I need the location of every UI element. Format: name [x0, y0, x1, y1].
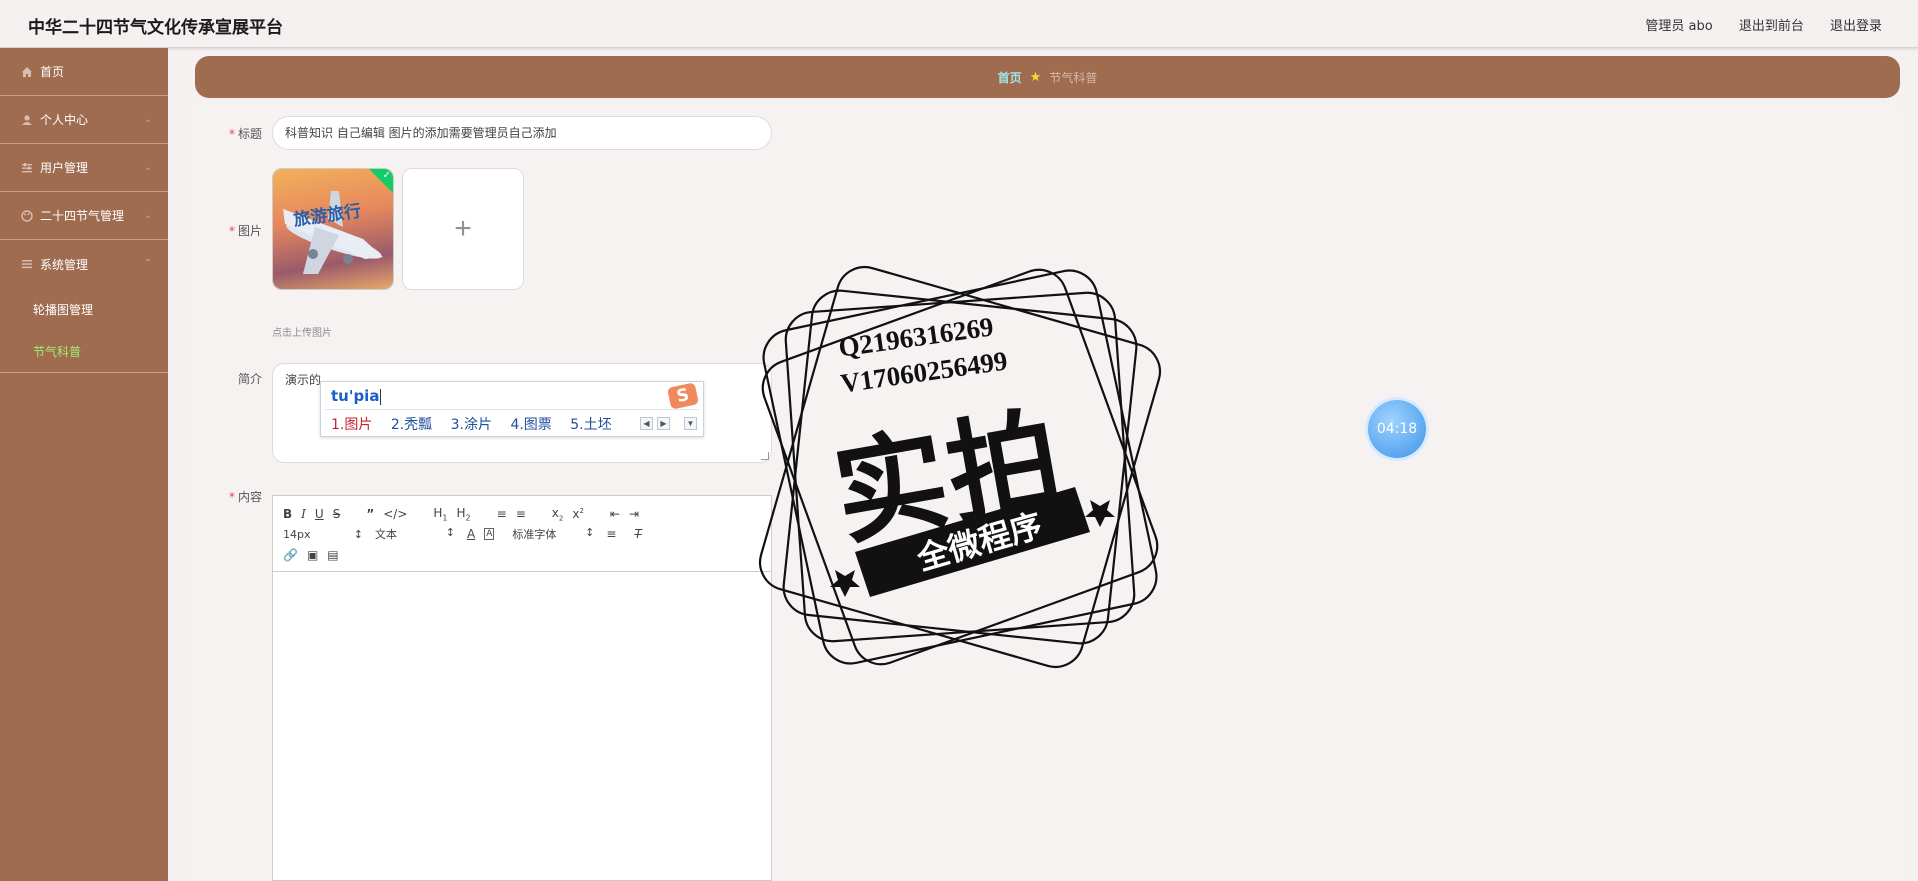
breadcrumb: 首页 ★ 节气科普	[195, 56, 1900, 98]
home-icon	[20, 65, 34, 79]
sidebar-item-home[interactable]: 首页	[0, 48, 168, 96]
indent-icon[interactable]: ⇥	[629, 507, 639, 521]
image-label: * 图片	[228, 224, 262, 238]
ime-page-nav: ◀ ▶ ▼	[640, 417, 697, 430]
ime-candidate[interactable]: 5.土坯	[570, 417, 611, 433]
sidebar-item-user-management[interactable]: 用户管理 ⌄	[0, 144, 168, 192]
chevron-up-icon: ⌃	[143, 258, 152, 269]
align-icon[interactable]: ≡	[606, 527, 616, 541]
font-size-select[interactable]: 14px ↕	[283, 528, 363, 541]
code-icon[interactable]: </>	[383, 507, 407, 521]
subscript-icon[interactable]: x2	[552, 506, 564, 522]
blockquote-icon[interactable]: ”	[366, 507, 374, 521]
user-icon	[20, 113, 34, 127]
ime-candidate[interactable]: 3.涂片	[451, 417, 492, 433]
outdent-icon[interactable]: ⇤	[610, 507, 620, 521]
list-icon	[20, 257, 34, 271]
chevron-down-icon: ⌄	[143, 210, 152, 221]
sliders-icon	[20, 161, 34, 175]
sidebar-item-label: 系统管理	[40, 257, 89, 272]
sidebar-subitem-solar-term-science[interactable]: 节气科普	[0, 330, 168, 372]
intro-label: 简介	[237, 372, 262, 386]
app-title: 中华二十四节气文化传承宣展平台	[28, 18, 283, 38]
strikethrough-icon[interactable]: S	[333, 507, 341, 521]
ime-candidate[interactable]: 4.图票	[510, 417, 551, 433]
ime-expand-icon[interactable]: ▼	[684, 417, 697, 430]
title-input[interactable]: 科普知识 自己编辑 图片的添加需要管理员自己添加	[272, 116, 772, 150]
ime-next-icon[interactable]: ▶	[657, 417, 670, 430]
superscript-icon[interactable]: x2	[572, 507, 584, 521]
font-color-icon[interactable]: A	[467, 527, 475, 541]
sidebar-item-system-management[interactable]: 系统管理 ⌃	[0, 240, 168, 288]
ime-candidates: 1.图片 2.秃瓢 3.涂片 4.图票 5.土坯	[331, 414, 626, 434]
content-label: * 内容	[228, 490, 262, 504]
floating-timer[interactable]: 04:18	[1368, 400, 1426, 458]
plus-icon: +	[454, 212, 472, 245]
sidebar-item-personal-center[interactable]: 个人中心 ⌄	[0, 96, 168, 144]
ime-candidate-window: tu'pia S 1.图片 2.秃瓢 3.涂片 4.图票 5.土坯 ◀ ▶ ▼	[320, 381, 704, 437]
sidebar-divider	[0, 372, 168, 373]
check-icon: ✓	[382, 170, 391, 181]
chevron-down-icon: ⌄	[143, 162, 152, 173]
breadcrumb-current: 节气科普	[1049, 70, 1098, 85]
underline-icon[interactable]: U	[315, 507, 324, 521]
sidebar-item-label: 首页	[40, 65, 65, 79]
clear-format-icon[interactable]: T	[634, 527, 641, 541]
sidebar: 首页 个人中心 ⌄ 用户管理 ⌄ 二十四节气管理 ⌄ 系统管理 ⌃ 轮播图管理 …	[0, 48, 168, 881]
sidebar-item-label: 个人中心	[40, 113, 89, 127]
uploaded-image-thumbnail[interactable]: 旅游旅行 ✓	[272, 168, 394, 290]
admin-user-link[interactable]: 管理员 abo	[1645, 19, 1712, 34]
rich-text-editor: B I U S ” </> H1 H2 ≡ ≡ x2 x2 ⇤ ⇥ 14px ↕ …	[272, 495, 772, 881]
heading2-icon[interactable]: H2	[457, 506, 471, 522]
exit-to-front-link[interactable]: 退出到前台	[1739, 19, 1804, 34]
upload-image-button[interactable]: +	[402, 168, 524, 290]
ordered-list-icon[interactable]: ≡	[497, 507, 507, 521]
star-icon: ★	[1029, 69, 1042, 85]
logout-link[interactable]: 退出登录	[1830, 19, 1882, 34]
breadcrumb-home-link[interactable]: 首页	[998, 69, 1022, 86]
palette-icon	[20, 209, 34, 223]
ime-candidate[interactable]: 2.秃瓢	[391, 417, 432, 433]
italic-icon[interactable]: I	[301, 507, 306, 521]
ime-composition: tu'pia	[331, 387, 382, 405]
bullet-list-icon[interactable]: ≡	[516, 507, 526, 521]
block-format-select[interactable]: 文本 ↕	[375, 526, 455, 542]
sidebar-item-label: 用户管理	[40, 161, 89, 175]
sidebar-item-label: 二十四节气管理	[40, 209, 125, 223]
chevron-down-icon: ⌄	[143, 114, 152, 125]
upload-tip: 点击上传图片	[272, 328, 332, 339]
editor-content-area[interactable]	[273, 572, 771, 880]
intro-text: 演示的	[285, 373, 322, 387]
watermark-stamp: Q2196316269 V17060256499 实拍 全微程序	[745, 252, 1175, 682]
video-icon[interactable]: ▤	[327, 548, 338, 562]
sogou-logo-icon: S	[667, 382, 699, 410]
background-color-icon[interactable]: A	[484, 528, 495, 540]
title-label: * 标题	[228, 127, 262, 141]
ime-candidate[interactable]: 1.图片	[331, 417, 372, 433]
top-links: 管理员 abo 退出到前台 退出登录	[1623, 15, 1882, 34]
ime-prev-icon[interactable]: ◀	[640, 417, 653, 430]
top-bar: 中华二十四节气文化传承宣展平台 管理员 abo 退出到前台 退出登录	[0, 0, 1918, 48]
link-icon[interactable]: 🔗	[283, 548, 298, 562]
image-icon[interactable]: ▣	[307, 548, 318, 562]
sidebar-subitem-carousel[interactable]: 轮播图管理	[0, 288, 168, 330]
bold-icon[interactable]: B	[283, 507, 292, 521]
heading1-icon[interactable]: H1	[433, 506, 447, 522]
editor-toolbar: B I U S ” </> H1 H2 ≡ ≡ x2 x2 ⇤ ⇥ 14px ↕ …	[273, 496, 771, 572]
sidebar-item-solar-terms-management[interactable]: 二十四节气管理 ⌄	[0, 192, 168, 240]
font-family-select[interactable]: 标准字体 ↕	[512, 526, 594, 542]
